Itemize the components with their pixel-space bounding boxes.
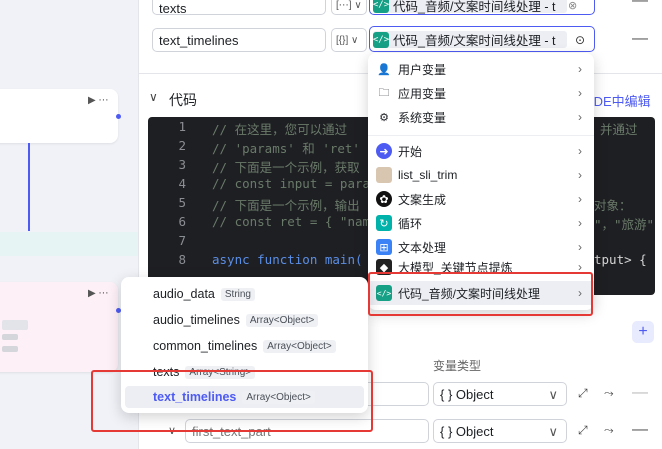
chevron-right-icon: › [578,240,582,254]
add-child-icon[interactable]: ⤳ [604,423,614,438]
add-variable-button[interactable]: + [632,321,654,343]
user-icon: 👤 [377,63,391,76]
collapse-chevron-icon[interactable]: ∨ [149,90,158,104]
remove-row-button[interactable]: — [632,421,648,439]
menu-item-copywriting[interactable]: ✿ 文案生成 › [368,187,594,211]
loop-icon: ↻ [376,215,392,231]
folder-icon: 🗀 [378,86,390,99]
node-param-chip [2,346,18,352]
chevron-right-icon: › [578,86,582,100]
menu-item-system-vars[interactable]: ⚙ 系统变量 › [368,105,594,129]
run-node-icon[interactable]: ▶ ⋯ [88,288,108,299]
line-number: 6 [178,214,186,229]
line-number: 4 [178,176,186,191]
add-child-icon[interactable]: ⤳ [604,386,614,401]
output-var-type-select[interactable]: { } Object ∨ [433,382,567,406]
menu-item-start[interactable]: ➜ 开始 › [368,139,594,163]
menu-item-app-vars[interactable]: 🗀 应用变量 › [368,81,594,105]
start-icon: ➜ [376,143,392,159]
chevron-right-icon: › [578,110,582,124]
chevron-right-icon: › [578,62,582,76]
remove-row-button[interactable]: — [632,384,648,402]
line-number: 5 [178,195,186,210]
chevron-down-icon: ∨ [354,0,362,11]
avatar-image-icon [376,167,392,183]
ref-chip: </> 代码_音频/文案时间线处理 - t [373,31,567,48]
output-name-input[interactable]: text_timelines [152,28,326,52]
variable-item-audio-data[interactable]: audio_data String [125,283,364,305]
code-fragment: 对象： [594,198,632,213]
line-number: 7 [178,233,186,248]
code-line: // const ret = { "nam [212,214,371,229]
node-param-chip [2,320,28,330]
highlight-box-variable [91,370,373,432]
chevron-right-icon: › [578,216,582,230]
variable-item-audio-timelines[interactable]: audio_timelines Array<Object> [125,309,364,331]
output-name-value: texts [159,1,187,16]
output-ref-select[interactable]: </> 代码_音频/文案时间线处理 - t ⊙ [369,26,595,52]
run-node-icon[interactable]: ▶ ⋯ [88,95,108,106]
chevron-down-icon: ∨ [351,35,359,46]
line-number: 1 [178,119,186,134]
code-fragment: 并通过 [600,122,638,137]
node-param-chip [2,334,18,340]
text-process-icon: ⊞ [376,239,392,255]
canvas-node-card[interactable]: ▶ ⋯ [0,89,118,143]
menu-item-user-vars[interactable]: 👤 用户变量 › [368,57,594,81]
ide-edit-button[interactable]: IDE中编辑 [590,91,651,110]
variable-picker-icon[interactable]: ⊙ [575,33,585,47]
menu-item-text-process[interactable]: ⊞ 文本处理 › [368,235,594,259]
code-line: // 'params' 和 'ret' [212,141,360,156]
output-name-value: text_timelines [159,33,239,48]
output-type-select[interactable]: [{}] ∨ [331,28,367,52]
expand-icon[interactable]: ⤢ [578,386,588,401]
menu-item-loop[interactable]: ↻ 循环 › [368,211,594,235]
menu-divider [368,135,594,136]
variable-type-badge: Array<Object> [245,313,319,327]
clear-icon[interactable]: ⊗ [568,0,577,12]
code-line: // 在这里，您可以通过 [212,122,348,137]
expand-icon[interactable]: ⤢ [578,423,588,438]
openai-icon: ✿ [376,191,392,207]
code-node-icon: </> [373,31,389,48]
menu-item-list-sli-trim[interactable]: list_sli_trim › [368,163,594,187]
code-line: // const input = para [212,176,371,191]
code-line: // 下面是一个示例，获取 [212,160,360,175]
code-line: async function main( [212,252,363,267]
variable-type-badge: Array<Object> [263,339,336,353]
node-port[interactable] [116,114,121,119]
gear-icon: ⚙ [379,111,389,124]
code-line: // 下面是一个示例，输出 [212,198,360,213]
connection-line [28,143,30,231]
remove-row-button[interactable]: — [632,30,648,48]
canvas-node-card-2[interactable]: ▶ ⋯ [0,282,118,372]
output-name-input[interactable]: texts [152,0,326,16]
chevron-right-icon: › [578,168,582,182]
line-number: 3 [178,157,186,172]
code-section-title: 代码 [169,92,197,108]
code-fragment: tput> { [594,252,647,267]
code-node-icon: </> [373,0,389,13]
output-ref-select[interactable]: </> 代码_音频/文案时间线处理 - t ⊗ [369,0,595,15]
chevron-right-icon: › [578,192,582,206]
output-type-select[interactable]: [⋯] ∨ [331,0,367,15]
canvas-group-band [0,232,138,256]
code-fragment: "，"旅游" [594,217,655,232]
ref-chip: </> 代码_音频/文案时间线处理 - t [373,0,567,14]
highlight-box-node [368,272,593,316]
output-var-type-select[interactable]: { } Object ∨ [433,419,567,443]
chevron-down-icon: ∨ [548,424,558,439]
line-number: 8 [178,252,186,267]
chevron-right-icon: › [578,144,582,158]
variable-item-common-timelines[interactable]: common_timelines Array<Object> [125,335,364,357]
line-number: 2 [178,138,186,153]
chevron-down-icon: ∨ [548,387,558,402]
variable-type-badge: String [220,287,255,301]
remove-row-button[interactable]: — [632,0,648,10]
type-column-header: 变量类型 [433,359,482,373]
